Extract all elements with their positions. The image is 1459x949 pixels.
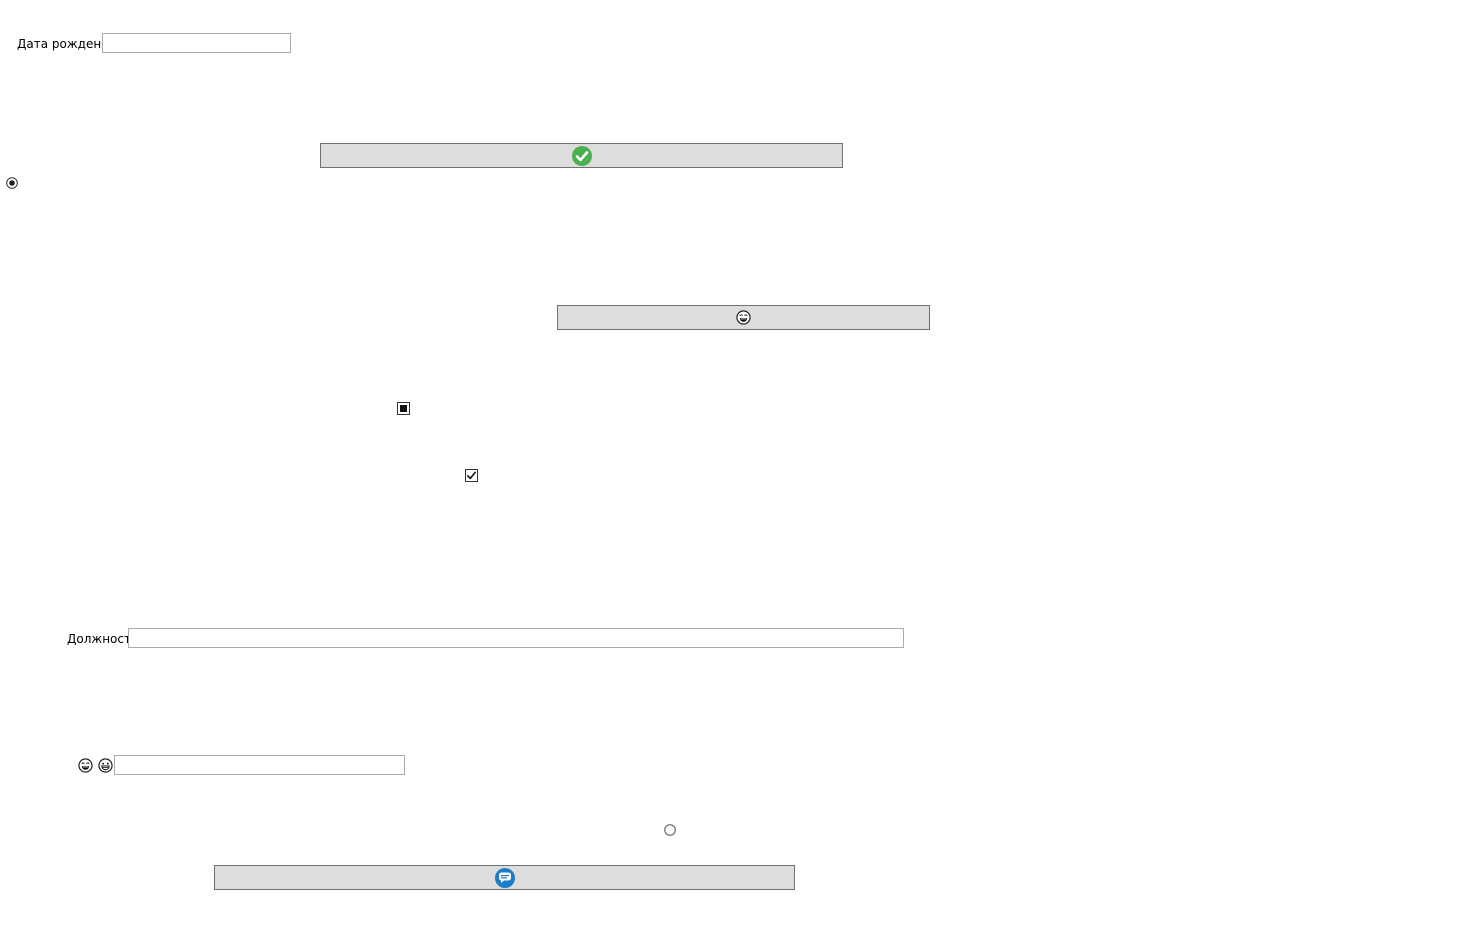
checkbox-indeterminate[interactable] (397, 402, 410, 415)
chat-button[interactable] (214, 865, 795, 890)
checkbox-checked[interactable] (465, 469, 478, 482)
birth-date-input[interactable] (102, 33, 291, 53)
emoji-text-input[interactable] (114, 755, 405, 775)
check-circle-icon (571, 145, 592, 166)
laughing-face-icon (736, 310, 751, 325)
laughing-face-button[interactable] (557, 305, 930, 330)
radio-button-unselected[interactable] (664, 824, 676, 836)
position-input[interactable] (128, 628, 904, 648)
blue-chat-icon (494, 867, 515, 888)
confirm-button[interactable] (320, 143, 843, 168)
laughing-face-icon (78, 758, 93, 773)
radio-button-selected[interactable] (6, 177, 18, 189)
grinning-face-icon (98, 758, 113, 773)
